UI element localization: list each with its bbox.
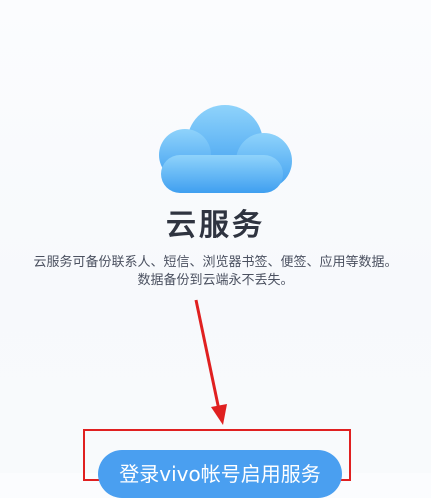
page-title: 云服务 <box>166 208 265 243</box>
description-line-1: 云服务可备份联系人、短信、浏览器书签、便签、应用等数据。 <box>33 255 398 270</box>
login-vivo-account-button[interactable]: 登录vivo帐号启用服务 <box>98 450 342 498</box>
cloud-service-screen: 云服务 云服务可备份联系人、短信、浏览器书签、便签、应用等数据。 数据备份到云端… <box>0 0 431 498</box>
cloud-icon <box>159 105 292 193</box>
description-line-2: 数据备份到云端永不丢失。 <box>137 273 294 288</box>
